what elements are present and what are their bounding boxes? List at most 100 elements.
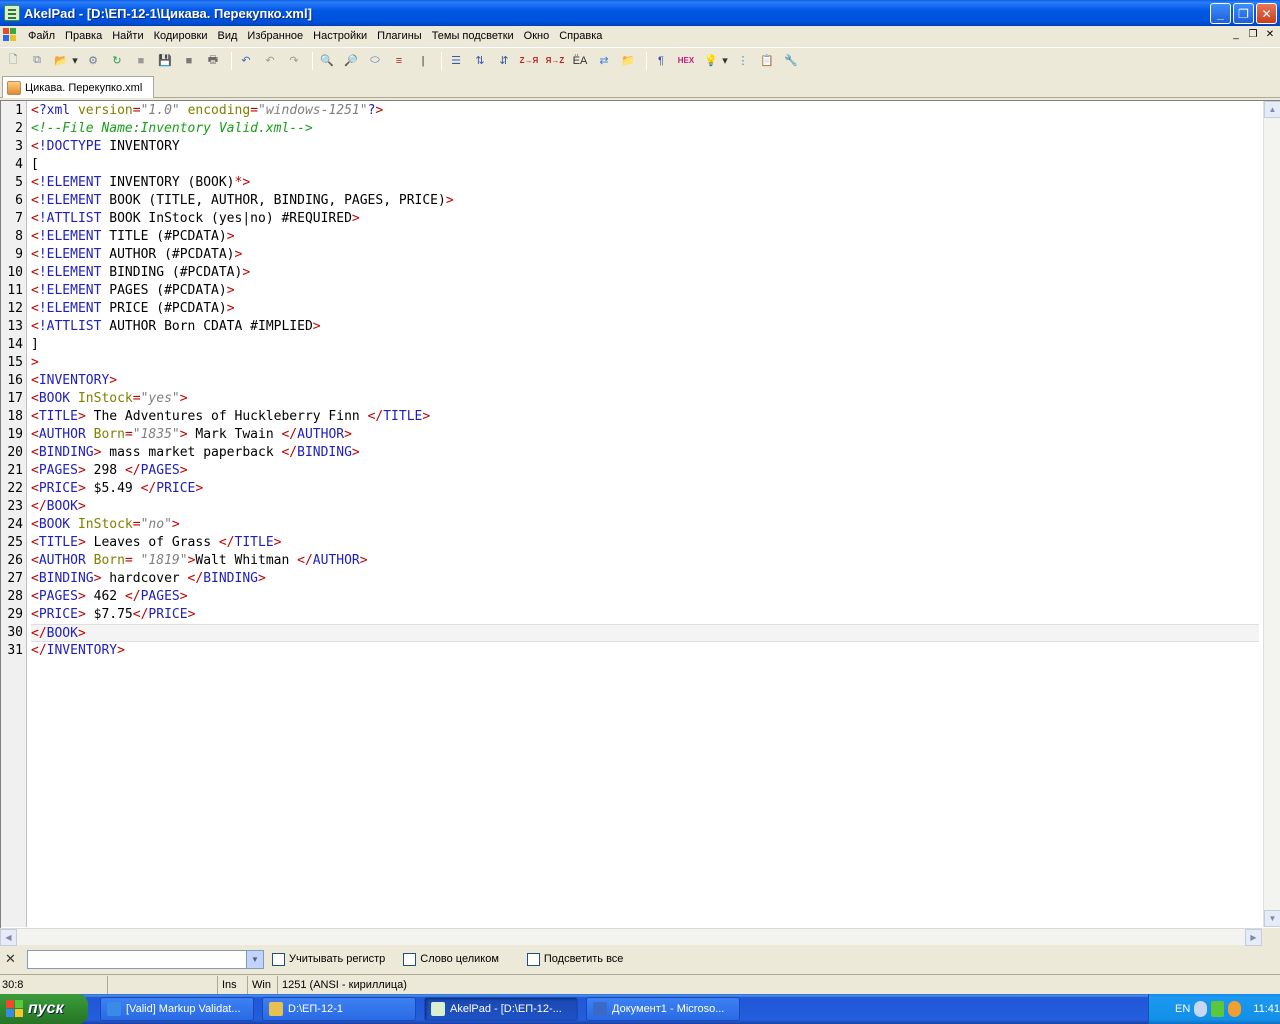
goto-icon[interactable]: ≡ <box>389 51 409 71</box>
code-line[interactable]: <TITLE> The Adventures of Huckleberry Fi… <box>31 408 1259 426</box>
transliterate-icon[interactable]: ЁА <box>570 51 590 71</box>
scroll-up-icon[interactable]: ▲ <box>1264 101 1280 118</box>
mdi-minimize-button[interactable]: _ <box>1228 28 1244 42</box>
menu-item[interactable]: Избранное <box>242 30 308 42</box>
cursor-icon[interactable]: | <box>413 51 433 71</box>
maximize-button[interactable]: ❐ <box>1233 3 1254 24</box>
highlight-dropdown-icon[interactable]: ▾ <box>721 51 729 71</box>
code-line[interactable]: <!ELEMENT PAGES (#PCDATA)> <box>31 282 1259 300</box>
replace-icon[interactable]: ⬭ <box>365 51 385 71</box>
find-next-icon[interactable]: 🔎 <box>341 51 361 71</box>
print-icon[interactable]: 🖶 <box>203 51 223 71</box>
code-line[interactable]: <!ELEMENT INVENTORY (BOOK)*> <box>31 174 1259 192</box>
sort-desc-icon[interactable]: ⇵ <box>494 51 514 71</box>
code-line[interactable]: <!ATTLIST BOOK InStock (yes|no) #REQUIRE… <box>31 210 1259 228</box>
taskbar-button[interactable]: D:\ЕП-12-1 <box>262 997 416 1021</box>
menu-item[interactable]: Темы подсветки <box>427 30 519 42</box>
hex-icon[interactable]: HEX <box>675 51 697 71</box>
highlight-all-checkbox[interactable]: Подсветить все <box>526 952 623 966</box>
scroll-left-icon[interactable]: ◀ <box>0 929 17 946</box>
code-line[interactable]: </BOOK> <box>31 498 1259 516</box>
code-line[interactable]: <?xml version="1.0" encoding="windows-12… <box>31 102 1259 120</box>
lower-case-icon[interactable]: Я→Z <box>544 51 566 71</box>
code-line[interactable]: <!ELEMENT TITLE (#PCDATA)> <box>31 228 1259 246</box>
menu-item[interactable]: Кодировки <box>149 30 213 42</box>
code-line[interactable]: <TITLE> Leaves of Grass </TITLE> <box>31 534 1259 552</box>
redo-icon[interactable]: ↷ <box>284 51 304 71</box>
mdi-document-icon[interactable] <box>3 28 19 44</box>
code-line[interactable]: </BOOK> <box>31 624 1259 642</box>
menu-item[interactable]: Настройки <box>308 30 372 42</box>
network-icon[interactable] <box>1211 1001 1225 1017</box>
horizontal-scrollbar[interactable]: ◀ ▶ <box>0 928 1262 946</box>
mdi-restore-button[interactable]: ❐ <box>1245 28 1261 42</box>
scroll-down-icon[interactable]: ▼ <box>1264 910 1280 927</box>
code-line[interactable]: ] <box>31 336 1259 354</box>
sort-asc-icon[interactable]: ⇅ <box>470 51 490 71</box>
code-line[interactable]: <PRICE> $5.49 </PRICE> <box>31 480 1259 498</box>
code-line[interactable]: <INVENTORY> <box>31 372 1259 390</box>
code-line[interactable]: [ <box>31 156 1259 174</box>
list-icon[interactable]: ☰ <box>446 51 466 71</box>
code-line[interactable]: <AUTHOR Born="1835"> Mark Twain </AUTHOR… <box>31 426 1259 444</box>
code-line[interactable]: <!ELEMENT BINDING (#PCDATA)> <box>31 264 1259 282</box>
mdi-close-button[interactable]: ✕ <box>1262 28 1278 42</box>
code-line[interactable]: <BINDING> hardcover </BINDING> <box>31 570 1259 588</box>
code-line[interactable]: </INVENTORY> <box>31 642 1259 660</box>
code-fold-icon[interactable]: ⋮ <box>733 51 753 71</box>
recent-files-icon[interactable]: ⚙ <box>83 51 103 71</box>
vertical-scrollbar[interactable]: ▲ ▼ <box>1263 101 1280 927</box>
find-input[interactable] <box>27 949 247 969</box>
akelpad-app-icon[interactable] <box>4 5 20 21</box>
editor[interactable]: 1 2 3 4 5 6 7 8 9 10 11 12 13 14 15 16 17 18 19 20 21 22 23 24 2… <box>0 100 1280 928</box>
match-case-checkbox[interactable]: Учитывать регистр <box>272 952 385 966</box>
code-line[interactable]: <!--File Name:Inventory Valid.xml--> <box>31 120 1259 138</box>
code-line[interactable]: <PAGES> 462 </PAGES> <box>31 588 1259 606</box>
newline-format[interactable]: Win <box>248 975 278 994</box>
open-dropdown-icon[interactable]: ▾ <box>71 51 79 71</box>
new-window-icon[interactable]: ⧉ <box>27 51 47 71</box>
save-disabled-icon[interactable]: ■ <box>131 51 151 71</box>
tab-current-file[interactable]: Цикава. Перекупко.xml <box>2 76 154 98</box>
insert-mode[interactable]: Ins <box>218 975 248 994</box>
open-file-icon[interactable]: 📂 <box>51 51 71 71</box>
undo-all-icon[interactable]: ↶ <box>236 51 256 71</box>
code-line[interactable]: <!ELEMENT PRICE (#PCDATA)> <box>31 300 1259 318</box>
new-file-icon[interactable]: 🗋 <box>3 51 23 71</box>
back-arrow-icon[interactable] <box>1194 1001 1208 1017</box>
code-line[interactable]: <BINDING> mass market paperback </BINDIN… <box>31 444 1259 462</box>
code-line[interactable]: > <box>31 354 1259 372</box>
language-indicator[interactable]: EN <box>1175 1003 1190 1015</box>
save-icon[interactable]: 💾 <box>155 51 175 71</box>
encoding[interactable]: 1251 (ANSI - кириллица) <box>278 976 478 994</box>
taskbar-button[interactable]: Документ1 - Microso... <box>586 997 740 1021</box>
explorer-icon[interactable]: 📁 <box>618 51 638 71</box>
menu-item[interactable]: Окно <box>519 30 555 42</box>
menu-item[interactable]: Правка <box>60 30 107 42</box>
code-line[interactable]: <PRICE> $7.75</PRICE> <box>31 606 1259 624</box>
code-line[interactable]: <BOOK InStock="yes"> <box>31 390 1259 408</box>
code-line[interactable]: <!ELEMENT AUTHOR (#PCDATA)> <box>31 246 1259 264</box>
cursor-position[interactable]: 30:8 <box>0 975 108 994</box>
minimize-button[interactable]: _ <box>1210 3 1231 24</box>
menu-item[interactable]: Вид <box>213 30 243 42</box>
scroll-right-icon[interactable]: ▶ <box>1245 929 1262 946</box>
highlight-icon[interactable]: 💡 <box>701 51 721 71</box>
code-line[interactable]: <AUTHOR Born= "1819">Walt Whitman </AUTH… <box>31 552 1259 570</box>
start-button[interactable]: пуск <box>0 994 88 1024</box>
upper-case-icon[interactable]: Z→Я <box>518 51 540 71</box>
reopen-icon[interactable]: ↻ <box>107 51 127 71</box>
settings-tools-icon[interactable]: 🔧 <box>781 51 801 71</box>
save-all-icon[interactable]: ■ <box>179 51 199 71</box>
clipboard-icon[interactable]: 📋 <box>757 51 777 71</box>
code-line[interactable]: <PAGES> 298 </PAGES> <box>31 462 1259 480</box>
find-history-dropdown-icon[interactable]: ▼ <box>247 949 264 969</box>
antivirus-icon[interactable] <box>1228 1001 1242 1017</box>
title-bar[interactable]: AkelPad - [D:\ЕП-12-1\Цикава. Перекупко.… <box>0 0 1280 26</box>
taskbar-button[interactable]: AkelPad - [D:\ЕП-12-... <box>424 997 578 1021</box>
close-button[interactable]: ✕ <box>1256 3 1277 24</box>
menu-item[interactable]: Файл <box>23 30 60 42</box>
code-area[interactable]: <?xml version="1.0" encoding="windows-12… <box>31 101 1259 927</box>
code-line[interactable]: <!ATTLIST AUTHOR Born CDATA #IMPLIED> <box>31 318 1259 336</box>
find-icon[interactable]: 🔍 <box>317 51 337 71</box>
